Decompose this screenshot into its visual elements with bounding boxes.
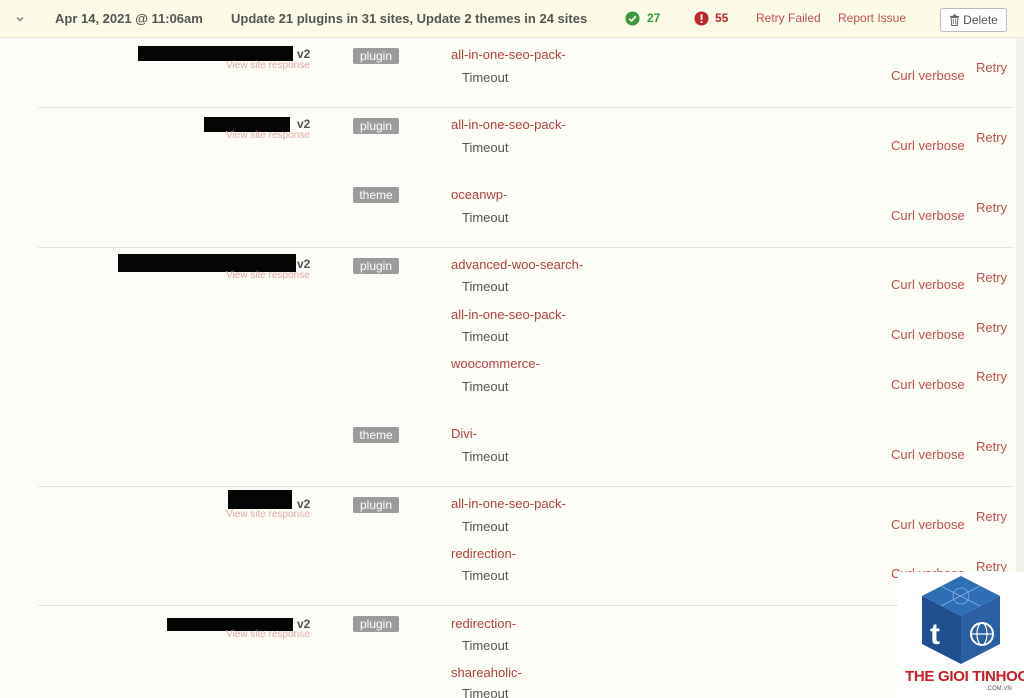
item-status: Timeout <box>462 519 509 534</box>
item-status: Timeout <box>462 140 509 155</box>
site-version: v2 <box>297 47 311 61</box>
retry-link[interactable]: Retry <box>976 200 1007 215</box>
item-status: Timeout <box>462 329 509 344</box>
item-status: Timeout <box>462 638 509 653</box>
report-issue-link[interactable]: Report Issue <box>838 11 906 25</box>
watermark-domain: .COM.VN <box>986 686 1012 692</box>
check-circle-icon <box>625 11 640 26</box>
watermark-brand: THE GIOI TINHOC <box>905 668 1024 685</box>
curl-verbose-link[interactable]: Curl verbose <box>891 68 965 83</box>
item-type-tag: plugin <box>353 258 399 274</box>
view-site-response-link[interactable]: View site response <box>226 509 310 520</box>
exclamation-circle-icon <box>694 11 709 26</box>
row-divider <box>38 486 1014 487</box>
item-type-tag: plugin <box>353 48 399 64</box>
site-version: v2 <box>297 117 311 131</box>
retry-link[interactable]: Retry <box>976 320 1007 335</box>
retry-failed-link[interactable]: Retry Failed <box>756 11 821 25</box>
site-version: v2 <box>297 257 311 271</box>
failed-count: 55 <box>715 11 729 25</box>
redacted-site-url <box>228 490 292 509</box>
task-header-row[interactable]: Apr 14, 2021 @ 11:06am Update 21 plugins… <box>0 0 1024 38</box>
svg-text:t: t <box>930 618 940 651</box>
item-name[interactable]: Divi- <box>451 426 477 441</box>
delete-label: Delete <box>963 13 998 27</box>
item-name[interactable]: all-in-one-seo-pack- <box>451 496 566 511</box>
trash-icon <box>950 14 960 26</box>
item-status: Timeout <box>462 210 509 225</box>
item-status: Timeout <box>462 70 509 85</box>
item-name[interactable]: woocommerce- <box>451 356 540 371</box>
row-divider <box>38 107 1014 108</box>
chevron-down-icon[interactable] <box>13 12 27 26</box>
curl-verbose-link[interactable]: Curl verbose <box>891 208 965 223</box>
retry-link[interactable]: Retry <box>976 270 1007 285</box>
cube-logo-icon: t <box>922 576 1000 664</box>
view-site-response-link[interactable]: View site response <box>226 270 310 281</box>
curl-verbose-link[interactable]: Curl verbose <box>891 277 965 292</box>
retry-link[interactable]: Retry <box>976 130 1007 145</box>
item-type-tag: theme <box>353 187 399 203</box>
success-count: 27 <box>647 11 661 25</box>
item-name[interactable]: advanced-woo-search- <box>451 257 583 272</box>
item-type-tag: plugin <box>353 497 399 513</box>
item-type-tag: plugin <box>353 118 399 134</box>
item-status: Timeout <box>462 568 509 583</box>
item-status: Timeout <box>462 449 509 464</box>
item-status: Timeout <box>462 686 509 698</box>
item-name[interactable]: redirection- <box>451 546 516 561</box>
retry-link[interactable]: Retry <box>976 60 1007 75</box>
curl-verbose-link[interactable]: Curl verbose <box>891 517 965 532</box>
task-date: Apr 14, 2021 @ 11:06am <box>55 11 203 26</box>
row-divider <box>38 247 1014 248</box>
view-site-response-link[interactable]: View site response <box>226 629 310 640</box>
retry-link[interactable]: Retry <box>976 509 1007 524</box>
task-summary: Update 21 plugins in 31 sites, Update 2 … <box>231 11 588 26</box>
item-name[interactable]: oceanwp- <box>451 187 507 202</box>
item-name[interactable]: shareaholic- <box>451 665 522 680</box>
item-name[interactable]: redirection- <box>451 616 516 631</box>
watermark-logo: t THE GIOI TINHOC .COM.VN <box>898 572 1024 698</box>
row-divider <box>38 605 1014 606</box>
item-status: Timeout <box>462 379 509 394</box>
curl-verbose-link[interactable]: Curl verbose <box>891 327 965 342</box>
view-site-response-link[interactable]: View site response <box>226 130 310 141</box>
curl-verbose-link[interactable]: Curl verbose <box>891 377 965 392</box>
item-type-tag: theme <box>353 427 399 443</box>
curl-verbose-link[interactable]: Curl verbose <box>891 447 965 462</box>
item-type-tag: plugin <box>353 616 399 632</box>
delete-button[interactable]: Delete <box>940 8 1007 32</box>
curl-verbose-link[interactable]: Curl verbose <box>891 138 965 153</box>
item-status: Timeout <box>462 279 509 294</box>
item-name[interactable]: all-in-one-seo-pack- <box>451 47 566 62</box>
retry-link[interactable]: Retry <box>976 369 1007 384</box>
retry-link[interactable]: Retry <box>976 439 1007 454</box>
item-name[interactable]: all-in-one-seo-pack- <box>451 117 566 132</box>
view-site-response-link[interactable]: View site response <box>226 60 310 71</box>
item-name[interactable]: all-in-one-seo-pack- <box>451 307 566 322</box>
redacted-site-url <box>138 46 293 61</box>
